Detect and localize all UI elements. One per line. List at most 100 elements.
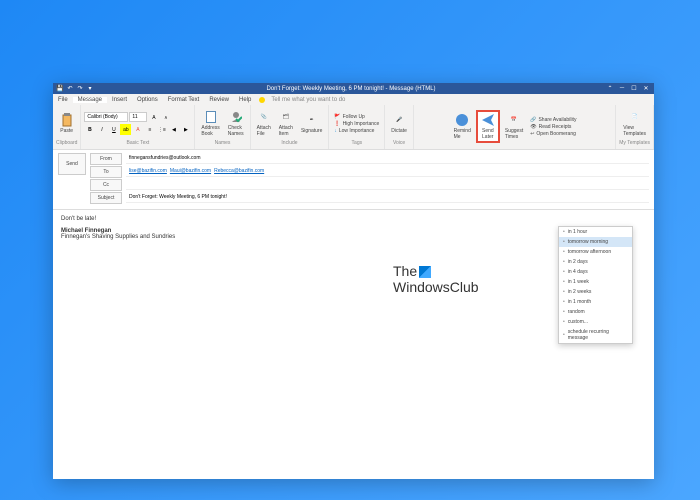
menubar: File Message Insert Options Format Text … — [53, 94, 654, 105]
attach-file-button[interactable]: 📎Attach File — [254, 109, 274, 138]
pen-icon: ✒ — [305, 113, 319, 127]
clipboard-label: Clipboard — [56, 140, 77, 147]
signature-button[interactable]: ✒Signature — [298, 112, 325, 135]
exclaim-icon: ❗ — [334, 121, 340, 127]
dd-random[interactable]: random — [559, 307, 632, 317]
read-receipts-button[interactable]: 👁Read Receipts — [528, 124, 578, 130]
ribbon: Paste Clipboard A ᴀ B I U ab A ≡ ⋮≡ ◀ ▶ … — [53, 105, 654, 150]
lightbulb-icon — [259, 97, 265, 103]
dd-2days[interactable]: in 2 days — [559, 257, 632, 267]
clipboard-icon — [60, 113, 74, 127]
redo-icon[interactable]: ↷ — [77, 86, 83, 92]
followup-button[interactable]: 🚩Follow Up — [332, 114, 381, 120]
dd-tomorrow-afternoon[interactable]: tomorrow afternoon — [559, 247, 632, 257]
outlook-window: 💾 ↶ ↷ ▾ Don't Forget: Weekly Meeting, 6 … — [53, 83, 654, 479]
dd-1week[interactable]: in 1 week — [559, 277, 632, 287]
arrow-down-icon: ↓ — [334, 128, 337, 134]
share-icon: 🔗 — [530, 117, 536, 123]
indent-right-icon[interactable]: ▶ — [180, 124, 191, 135]
font-family-select[interactable] — [84, 112, 128, 122]
from-label[interactable]: From — [90, 153, 122, 165]
bullets-icon[interactable]: ≡ — [144, 124, 155, 135]
cc-label[interactable]: Cc — [90, 179, 122, 191]
attach-item-button[interactable]: 🗂Attach Item — [276, 109, 296, 138]
menu-message[interactable]: Message — [73, 97, 107, 103]
sendlater-icon — [481, 113, 495, 127]
check-names-button[interactable]: Check Names — [225, 109, 247, 138]
save-icon[interactable]: 💾 — [57, 86, 63, 92]
view-templates-button[interactable]: 📄View Templates — [620, 109, 649, 138]
close-icon[interactable]: ✕ — [641, 85, 651, 92]
item-icon: 🗂 — [279, 110, 293, 124]
dictate-button[interactable]: 🎤Dictate — [388, 112, 410, 135]
paperclip-icon: 📎 — [257, 110, 271, 124]
highlight-button[interactable]: ab — [120, 124, 131, 135]
from-field[interactable]: finnegansfundries@outlook.com — [126, 153, 649, 164]
grow-font-icon[interactable]: A — [148, 112, 159, 123]
paste-button[interactable]: Paste — [57, 112, 77, 135]
titlebar: 💾 ↶ ↷ ▾ Don't Forget: Weekly Meeting, 6 … — [53, 83, 654, 94]
window-title: Don't Forget: Weekly Meeting, 6 PM tonig… — [97, 86, 605, 92]
send-button[interactable]: Send — [58, 153, 86, 175]
font-size-select[interactable] — [129, 112, 147, 122]
voice-label: Voice — [393, 140, 405, 147]
more-icon[interactable]: ▾ — [87, 86, 93, 92]
shrink-font-icon[interactable]: ᴀ — [160, 112, 171, 123]
subject-field[interactable]: Don't Forget: Weekly Meeting, 6 PM tonig… — [126, 192, 649, 203]
menu-review[interactable]: Review — [204, 97, 234, 103]
dd-2weeks[interactable]: in 2 weeks — [559, 287, 632, 297]
font-color-button[interactable]: A — [132, 124, 143, 135]
to-field[interactable]: lise@bazifin.comMaui@bazifin.comRebecca@… — [126, 166, 649, 177]
numbering-icon[interactable]: ⋮≡ — [156, 124, 167, 135]
include-label: Include — [281, 140, 297, 147]
boomerang-icon: ↩ — [530, 131, 534, 137]
address-book-button[interactable]: Address Book — [198, 109, 222, 138]
dd-1month[interactable]: in 1 month — [559, 297, 632, 307]
body-line: Don't be late! — [61, 216, 646, 222]
windows-icon — [419, 266, 431, 278]
tell-me-search[interactable]: Tell me what you want to do — [271, 97, 345, 103]
undo-icon[interactable]: ↶ — [67, 86, 73, 92]
basictext-label: Basic Text — [127, 140, 150, 147]
menu-insert[interactable]: Insert — [107, 97, 132, 103]
share-availability-button[interactable]: 🔗Share Availability — [528, 117, 578, 123]
tags-label: Tags — [352, 140, 363, 147]
check-icon — [229, 110, 243, 124]
open-boomerang-button[interactable]: ↩Open Boomerang — [528, 131, 578, 137]
template-icon: 📄 — [628, 110, 642, 124]
bold-button[interactable]: B — [84, 124, 95, 135]
menu-file[interactable]: File — [53, 97, 73, 103]
indent-left-icon[interactable]: ◀ — [168, 124, 179, 135]
send-later-button[interactable]: Send Later — [476, 110, 500, 143]
menu-help[interactable]: Help — [234, 97, 256, 103]
receipt-icon: 👁 — [530, 124, 536, 130]
maximize-icon[interactable]: ☐ — [629, 85, 639, 92]
minimize-icon[interactable]: ─ — [617, 85, 627, 92]
menu-formattext[interactable]: Format Text — [163, 97, 205, 103]
dd-4days[interactable]: in 4 days — [559, 267, 632, 277]
italic-button[interactable]: I — [96, 124, 107, 135]
high-importance-button[interactable]: ❗High Importance — [332, 121, 381, 127]
dd-1hour[interactable]: in 1 hour — [559, 227, 632, 237]
cc-field[interactable] — [126, 179, 649, 190]
dd-recurring[interactable]: schedule recurring message — [559, 327, 632, 343]
menu-options[interactable]: Options — [132, 97, 163, 103]
mic-icon: 🎤 — [392, 113, 406, 127]
names-label: Names — [215, 140, 231, 147]
low-importance-button[interactable]: ↓Low Importance — [332, 128, 381, 134]
book-icon — [204, 110, 218, 124]
send-later-dropdown: in 1 hour tomorrow morning tomorrow afte… — [558, 226, 633, 344]
subject-label: Subject — [90, 192, 122, 204]
dd-custom[interactable]: custom... — [559, 317, 632, 327]
templates-label: My Templates — [619, 140, 650, 147]
to-label[interactable]: To — [90, 166, 122, 178]
address-area: Send From finnegansfundries@outlook.com T… — [53, 150, 654, 210]
remind-me-button[interactable]: Remind Me — [451, 112, 474, 141]
flag-icon: 🚩 — [334, 114, 340, 120]
underline-button[interactable]: U — [108, 124, 119, 135]
ribbon-options-icon[interactable]: ⌃ — [605, 85, 615, 92]
suggest-times-button[interactable]: 📅Suggest Times — [502, 112, 526, 141]
dd-tomorrow-morning[interactable]: tomorrow morning — [559, 237, 632, 247]
calendar-icon: 📅 — [507, 113, 521, 127]
remind-icon — [455, 113, 469, 127]
